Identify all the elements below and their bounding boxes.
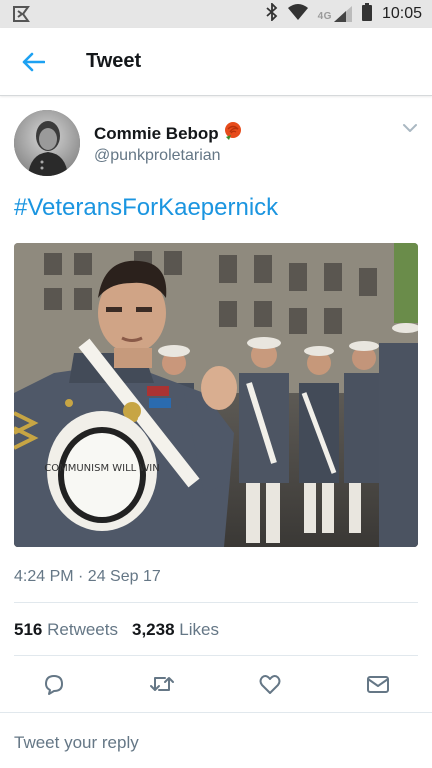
wifi-icon [287,3,309,25]
status-bar: 4G 10:05 [0,0,432,28]
likes-count: 3,238 [131,620,175,639]
like-icon [259,675,281,694]
tweet-actions [0,670,432,702]
likes-stat[interactable]: 3,238 Likes [132,620,219,640]
status-time: 10:05 [381,5,422,22]
bluetooth-icon [266,1,278,26]
rose-emoji-icon [223,121,243,146]
tweet-hashtag-link[interactable]: #VeteransForKaepernick [14,194,278,222]
back-arrow-icon [22,52,45,72]
author-name-text: Commie Bebop [94,123,219,143]
tweet-stats: 516 Retweets 3,238 Likes [14,620,219,640]
author-handle[interactable]: @punkproletarian [94,147,221,165]
reply-placeholder: Tweet your reply [14,733,139,752]
like-button[interactable] [256,670,284,698]
network-label: 4G [317,11,332,22]
notification-icon [12,5,30,28]
tweet-photo[interactable]: COMMUNISM WILL WIN [14,243,418,547]
app-bar: Tweet [0,28,432,96]
direct-message-icon [367,676,389,693]
retweet-button[interactable] [148,670,176,698]
cellular-signal-icon: 4G [318,6,352,22]
tweet-options-button[interactable] [400,118,420,138]
reply-icon [45,675,63,695]
chevron-down-icon [403,124,417,132]
photo-caption-text: COMMUNISM WILL WIN [44,463,160,474]
retweets-stat[interactable]: 516 Retweets [14,620,118,640]
avatar[interactable] [14,110,80,176]
direct-message-button[interactable] [364,670,392,698]
page-title: Tweet [86,50,142,72]
likes-label: Likes [179,620,219,639]
retweets-label: Retweets [47,620,118,639]
author-name[interactable]: Commie Bebop [94,121,243,146]
battery-icon [361,2,373,26]
tweet-timestamp: 4:24 PM · 24 Sep 17 [14,568,161,585]
reply-input[interactable]: Tweet your reply [0,712,432,768]
divider [14,655,418,656]
reply-button[interactable] [40,670,68,698]
retweets-count: 516 [14,620,43,639]
retweet-icon [150,677,174,691]
back-button[interactable] [18,48,48,76]
divider [14,602,418,603]
